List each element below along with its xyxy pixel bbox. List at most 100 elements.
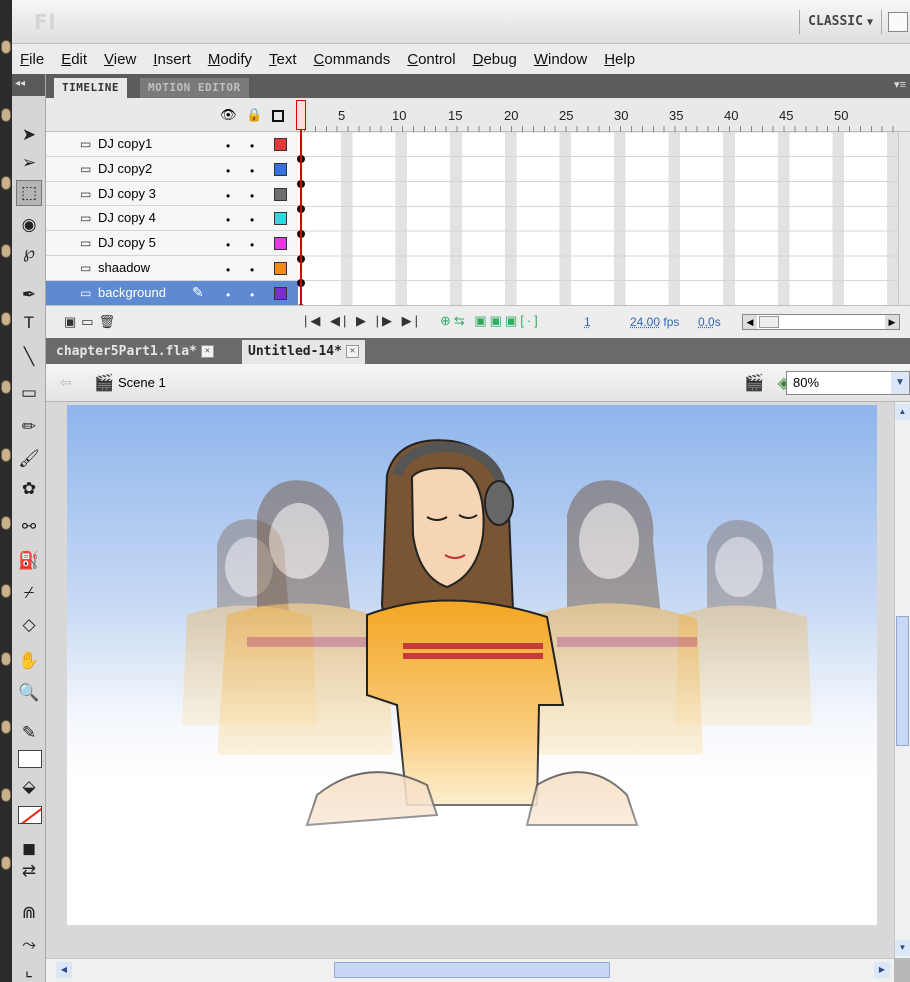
scroll-right-icon[interactable]: ▶: [874, 962, 890, 978]
onion-skin-buttons[interactable]: ⊕⇆ ▣▣▣[·]: [440, 313, 541, 329]
hand-tool-icon[interactable]: ✋: [16, 648, 42, 674]
scroll-down-icon[interactable]: ▼: [895, 940, 910, 956]
menu-edit[interactable]: Edit: [61, 51, 87, 68]
tab-timeline[interactable]: TIMELINE: [54, 78, 127, 98]
brush-tool-icon[interactable]: 🖌: [16, 446, 42, 472]
playback-controls[interactable]: |◀ ◀| ▶ |▶ ▶|: [304, 313, 421, 329]
rectangle-tool-icon[interactable]: ▭: [16, 380, 42, 406]
outline-color-swatch[interactable]: [274, 212, 287, 226]
paint-bucket-tool-icon[interactable]: ⛽: [16, 548, 42, 574]
outline-color-swatch[interactable]: [274, 261, 287, 275]
stage-horizontal-scrollbar[interactable]: ◀ ▶: [46, 958, 894, 982]
menu-window[interactable]: Window: [534, 51, 587, 68]
subselection-tool-icon[interactable]: ➢: [16, 150, 42, 176]
visibility-dot[interactable]: •: [226, 263, 230, 277]
outline-all-icon[interactable]: [272, 110, 284, 122]
tab-document[interactable]: chapter5Part1.fla* ✕: [50, 340, 220, 364]
visibility-dot[interactable]: •: [226, 213, 230, 227]
fill-color-swatch[interactable]: [18, 806, 42, 824]
stage-canvas[interactable]: [67, 405, 877, 925]
pasteboard[interactable]: [46, 402, 894, 958]
layer-row[interactable]: ▭ DJ copy 5 • •: [46, 231, 298, 256]
selection-tool-icon[interactable]: ➤: [16, 122, 42, 148]
eyedropper-tool-icon[interactable]: ⌿: [16, 580, 42, 606]
frame-grid[interactable]: [298, 132, 898, 305]
lock-dot[interactable]: •: [250, 213, 254, 227]
text-tool-icon[interactable]: T: [16, 310, 42, 336]
frame-rate-value[interactable]: 24.00: [630, 315, 660, 329]
timeline-vertical-scrollbar[interactable]: [898, 132, 910, 305]
lock-dot[interactable]: •: [250, 288, 254, 302]
visibility-dot[interactable]: •: [226, 189, 230, 203]
menu-debug[interactable]: Debug: [473, 51, 517, 68]
menu-view[interactable]: View: [104, 51, 136, 68]
scroll-thumb[interactable]: [334, 962, 610, 978]
visibility-dot[interactable]: •: [226, 139, 230, 153]
lock-all-icon[interactable]: 🔒: [246, 107, 262, 123]
outline-color-swatch[interactable]: [274, 138, 287, 151]
outline-color-swatch[interactable]: [274, 187, 287, 201]
outline-color-swatch[interactable]: [274, 162, 287, 176]
current-frame[interactable]: 1: [584, 315, 591, 329]
scroll-thumb[interactable]: [896, 616, 909, 746]
outline-color-swatch[interactable]: [274, 286, 287, 300]
menu-text[interactable]: Text: [269, 51, 297, 68]
edit-scene-icon[interactable]: 🎬: [744, 373, 764, 393]
scroll-up-icon[interactable]: ▲: [895, 404, 910, 420]
close-icon[interactable]: ✕: [200, 345, 214, 358]
stage-vertical-scrollbar[interactable]: ▲ ▼: [894, 402, 910, 958]
outline-color-swatch[interactable]: [274, 237, 287, 251]
line-tool-icon[interactable]: ╲: [16, 344, 42, 370]
layer-row[interactable]: ▭ shaadow • •: [46, 255, 298, 281]
playhead[interactable]: [296, 100, 306, 332]
snap-magnet-icon[interactable]: ⋒: [16, 900, 42, 926]
show-hide-all-icon[interactable]: 👁: [220, 107, 237, 123]
layer-row[interactable]: ▭ DJ copy1 • •: [46, 132, 298, 157]
menu-insert[interactable]: Insert: [153, 51, 191, 68]
lock-dot[interactable]: •: [250, 238, 254, 252]
layer-buttons[interactable]: ▣▭🗑: [64, 314, 120, 330]
lasso-tool-icon[interactable]: ℘: [16, 240, 42, 266]
swap-colors-icon[interactable]: ⇄: [16, 858, 42, 884]
bone-tool-icon[interactable]: ⚯: [16, 514, 42, 540]
deco-tool-icon[interactable]: ✿: [16, 476, 42, 502]
lock-dot[interactable]: •: [250, 164, 254, 178]
layer-row[interactable]: ▭ DJ copy 3 • •: [46, 181, 298, 207]
eraser-tool-icon[interactable]: ◇: [16, 612, 42, 638]
search-icon[interactable]: [888, 12, 908, 32]
lock-dot[interactable]: •: [250, 263, 254, 277]
pen-tool-icon[interactable]: ✒: [16, 282, 42, 308]
straighten-icon[interactable]: ⌞: [16, 958, 42, 982]
menu-control[interactable]: Control: [407, 51, 455, 68]
scroll-thumb[interactable]: [759, 316, 779, 328]
visibility-dot[interactable]: •: [226, 164, 230, 178]
chevron-down-icon[interactable]: ▼: [891, 372, 909, 394]
close-icon[interactable]: ✕: [345, 345, 359, 358]
3d-rotation-tool-icon[interactable]: ◉: [16, 212, 42, 238]
menu-file[interactable]: File: [20, 51, 44, 68]
stroke-color-swatch[interactable]: [18, 750, 42, 768]
pencil-tool-icon[interactable]: ✏: [16, 414, 42, 440]
scroll-left-icon[interactable]: ◀: [743, 315, 757, 329]
fill-color-icon[interactable]: ⬙: [16, 774, 42, 800]
workspace-switcher[interactable]: CLASSIC ▼: [799, 10, 882, 34]
stroke-color-icon[interactable]: ✎: [16, 720, 42, 746]
free-transform-tool-icon[interactable]: ⬚: [16, 180, 42, 206]
tab-motion-editor[interactable]: MOTION EDITOR: [140, 78, 249, 98]
layer-row[interactable]: ▭ DJ copy 4 • •: [46, 206, 298, 232]
menu-commands[interactable]: Commands: [314, 51, 391, 68]
scene-label[interactable]: Scene 1: [118, 375, 166, 390]
layer-row-selected[interactable]: ▭ background ✎ • •: [46, 280, 298, 306]
scroll-left-icon[interactable]: ◀: [56, 962, 72, 978]
visibility-dot[interactable]: •: [226, 288, 230, 302]
lock-dot[interactable]: •: [250, 189, 254, 203]
zoom-tool-icon[interactable]: 🔍: [16, 680, 42, 706]
layer-row[interactable]: ▭ DJ copy2 • •: [46, 156, 298, 182]
lock-dot[interactable]: •: [250, 139, 254, 153]
smooth-icon[interactable]: ⤳: [16, 932, 42, 958]
collapse-panel-icon[interactable]: ◂◂: [12, 74, 45, 96]
menu-help[interactable]: Help: [604, 51, 635, 68]
timeline-horizontal-scrollbar[interactable]: ◀ ▶: [742, 314, 900, 330]
panel-menu-icon[interactable]: ▾≡: [894, 78, 906, 91]
visibility-dot[interactable]: •: [226, 238, 230, 252]
